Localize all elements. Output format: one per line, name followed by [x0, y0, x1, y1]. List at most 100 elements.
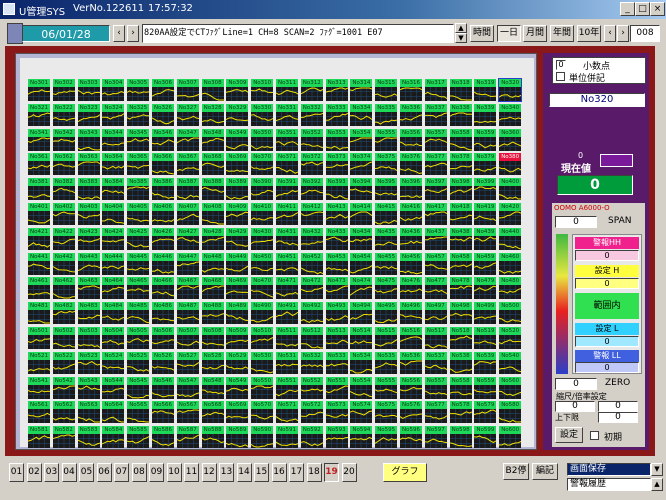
channel-cell-415[interactable]: No415 [375, 203, 398, 225]
channel-cell-552[interactable]: No552 [300, 376, 323, 399]
history-select[interactable]: 警報履歴 [567, 478, 651, 491]
channel-cell-544[interactable]: No544 [102, 376, 125, 399]
channel-cell-392[interactable]: No392 [300, 178, 323, 201]
channel-cell-361[interactable]: No361 [28, 153, 50, 176]
channel-tab-06[interactable]: 06 [96, 463, 112, 482]
channel-cell-422[interactable]: No422 [52, 227, 75, 250]
channel-cell-477[interactable]: No477 [424, 277, 447, 300]
channel-cell-525[interactable]: No525 [127, 351, 150, 374]
channel-cell-524[interactable]: No524 [102, 351, 125, 374]
channel-cell-448[interactable]: No448 [201, 252, 224, 275]
channel-cell-425[interactable]: No425 [127, 227, 150, 250]
setting-h-input[interactable]: 0 [575, 278, 639, 289]
channel-cell-414[interactable]: No414 [350, 203, 373, 225]
channel-cell-539[interactable]: No539 [474, 351, 497, 374]
channel-cell-334[interactable]: No334 [350, 103, 373, 126]
channel-cell-510[interactable]: No510 [251, 327, 274, 349]
channel-cell-337[interactable]: No337 [424, 103, 447, 126]
channel-cell-306[interactable]: No306 [152, 79, 174, 101]
channel-cell-381[interactable]: No381 [28, 178, 50, 201]
channel-cell-577[interactable]: No577 [424, 401, 447, 424]
channel-cell-377[interactable]: No377 [424, 153, 447, 176]
channel-cell-484[interactable]: No484 [102, 302, 125, 325]
channel-cell-547[interactable]: No547 [176, 376, 199, 399]
channel-cell-531[interactable]: No531 [276, 351, 298, 374]
channel-cell-541[interactable]: No541 [28, 376, 50, 399]
channel-cell-380[interactable]: No380 [499, 153, 522, 176]
channel-cell-514[interactable]: No514 [350, 327, 373, 349]
channel-cell-559[interactable]: No559 [474, 376, 497, 399]
channel-cell-310[interactable]: No310 [251, 79, 274, 101]
print-button[interactable]: 編記 [532, 463, 558, 480]
channel-cell-335[interactable]: No335 [375, 103, 398, 126]
channel-cell-357[interactable]: No357 [424, 128, 447, 151]
channel-cell-529[interactable]: No529 [226, 351, 249, 374]
channel-cell-566[interactable]: No566 [152, 401, 174, 424]
save-select[interactable]: 画面保存 [567, 463, 651, 476]
channel-cell-533[interactable]: No533 [325, 351, 348, 374]
channel-cell-347[interactable]: No347 [176, 128, 199, 151]
channel-cell-599[interactable]: No599 [474, 426, 497, 449]
channel-cell-302[interactable]: No302 [52, 79, 75, 101]
zero-input[interactable]: 0 [555, 378, 597, 390]
channel-cell-459[interactable]: No459 [474, 252, 497, 275]
channel-cell-349[interactable]: No349 [226, 128, 249, 151]
channel-cell-500[interactable]: No500 [499, 302, 522, 325]
channel-cell-438[interactable]: No438 [449, 227, 472, 250]
channel-cell-418[interactable]: No418 [449, 203, 472, 225]
channel-cell-567[interactable]: No567 [176, 401, 199, 424]
channel-cell-576[interactable]: No576 [400, 401, 422, 424]
channel-cell-589[interactable]: No589 [226, 426, 249, 449]
channel-cell-598[interactable]: No598 [449, 426, 472, 449]
channel-cell-515[interactable]: No515 [375, 327, 398, 349]
channel-cell-408[interactable]: No408 [201, 203, 224, 225]
channel-cell-536[interactable]: No536 [400, 351, 422, 374]
channel-cell-416[interactable]: No416 [400, 203, 422, 225]
channel-cell-492[interactable]: No492 [300, 302, 323, 325]
channel-cell-336[interactable]: No336 [400, 103, 422, 126]
channel-cell-467[interactable]: No467 [176, 277, 199, 300]
channel-cell-590[interactable]: No590 [251, 426, 274, 449]
channel-cell-395[interactable]: No395 [375, 178, 398, 201]
channel-tab-01[interactable]: 01 [9, 463, 24, 482]
channel-cell-460[interactable]: No460 [499, 252, 522, 275]
channel-cell-505[interactable]: No505 [127, 327, 150, 349]
channel-cell-442[interactable]: No442 [52, 252, 75, 275]
message-scroll-up[interactable]: ▲ [455, 23, 467, 33]
channel-cell-316[interactable]: No316 [400, 79, 422, 101]
channel-cell-554[interactable]: No554 [350, 376, 373, 399]
channel-cell-462[interactable]: No462 [52, 277, 75, 300]
channel-cell-504[interactable]: No504 [102, 327, 125, 349]
channel-cell-399[interactable]: No399 [474, 178, 497, 201]
channel-cell-585[interactable]: No585 [127, 426, 150, 449]
channel-cell-584[interactable]: No584 [102, 426, 125, 449]
period-day-button[interactable]: 一日 [497, 25, 521, 42]
channel-cell-397[interactable]: No397 [424, 178, 447, 201]
channel-cell-558[interactable]: No558 [449, 376, 472, 399]
scale-a-input[interactable]: 0 [555, 401, 595, 412]
channel-cell-572[interactable]: No572 [300, 401, 323, 424]
channel-cell-563[interactable]: No563 [77, 401, 100, 424]
channel-cell-322[interactable]: No322 [52, 103, 75, 126]
channel-cell-420[interactable]: No420 [499, 203, 522, 225]
channel-cell-447[interactable]: No447 [176, 252, 199, 275]
channel-cell-382[interactable]: No382 [52, 178, 75, 201]
channel-tab-10[interactable]: 10 [166, 463, 182, 482]
channel-cell-329[interactable]: No329 [226, 103, 249, 126]
channel-cell-455[interactable]: No455 [375, 252, 398, 275]
channel-cell-521[interactable]: No521 [28, 351, 50, 374]
channel-tab-14[interactable]: 14 [236, 463, 252, 482]
channel-cell-487[interactable]: No487 [176, 302, 199, 325]
channel-cell-405[interactable]: No405 [127, 203, 150, 225]
channel-cell-475[interactable]: No475 [375, 277, 398, 300]
channel-cell-401[interactable]: No401 [28, 203, 50, 225]
channel-cell-393[interactable]: No393 [325, 178, 348, 201]
channel-cell-493[interactable]: No493 [325, 302, 348, 325]
channel-tab-09[interactable]: 09 [149, 463, 164, 482]
channel-tab-04[interactable]: 04 [61, 463, 77, 482]
channel-cell-507[interactable]: No507 [176, 327, 199, 349]
period-prev-button[interactable]: ‹ [604, 25, 616, 42]
channel-cell-333[interactable]: No333 [325, 103, 348, 126]
channel-cell-444[interactable]: No444 [102, 252, 125, 275]
channel-cell-411[interactable]: No411 [276, 203, 298, 225]
